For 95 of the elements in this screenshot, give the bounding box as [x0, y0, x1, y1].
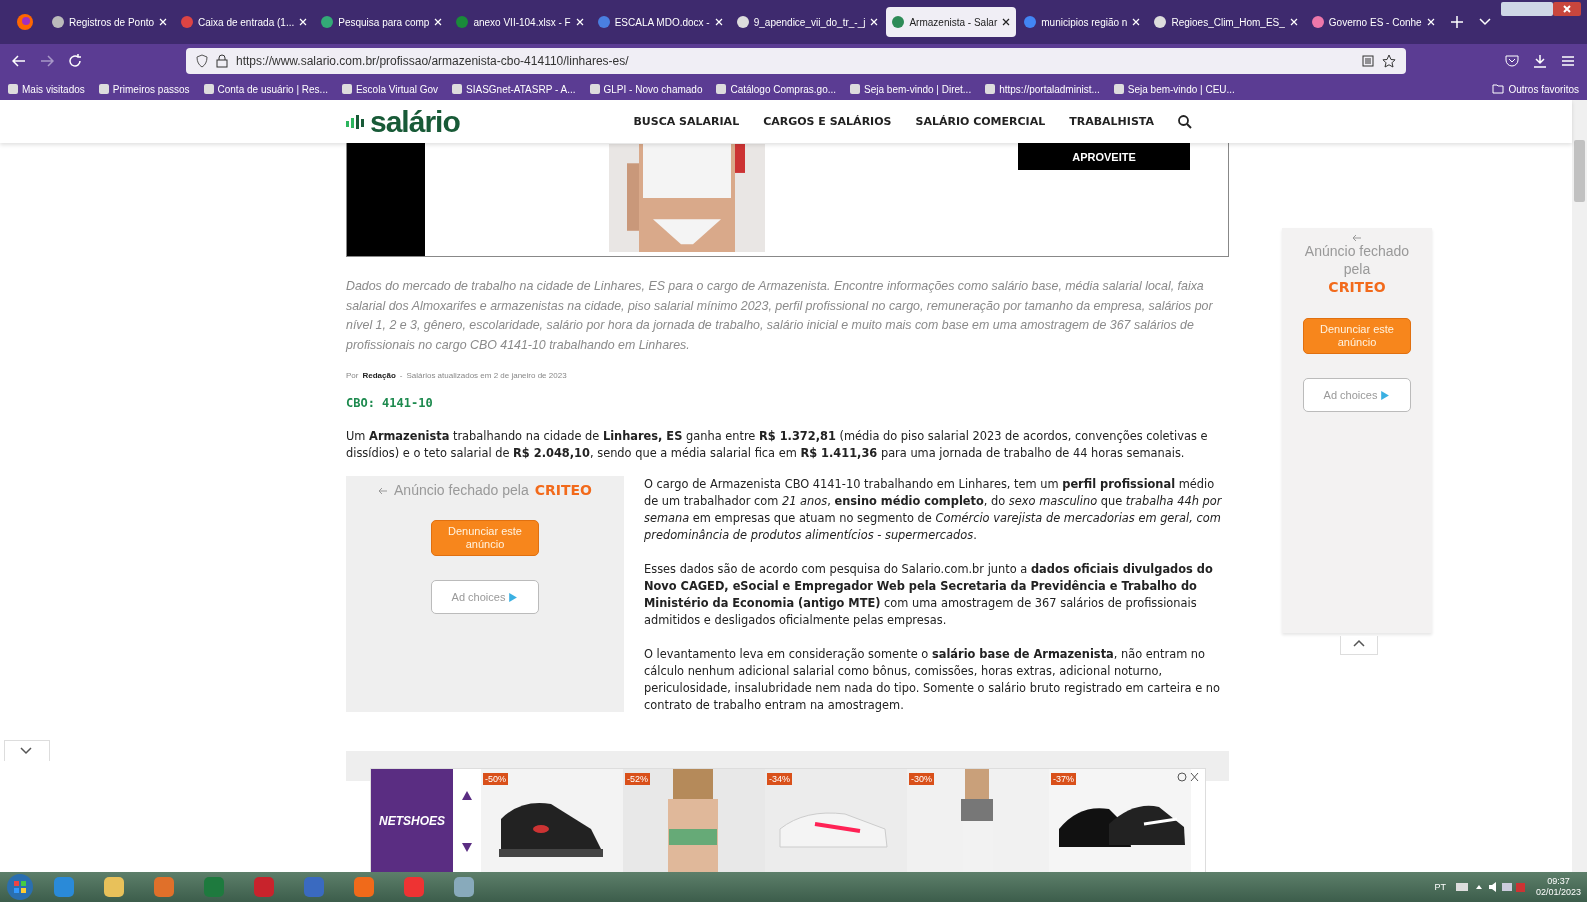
browser-tab[interactable]: Armazenista - Salar [886, 7, 1017, 37]
bookmark-link[interactable]: SIASGnet-ATASRP - A... [452, 83, 576, 95]
forward-icon[interactable] [40, 55, 54, 67]
tab-title: Pesquisa para comp [338, 16, 430, 28]
ad-cta-button[interactable]: APROVEITE [1018, 143, 1190, 170]
tab-title: Registros de Ponto [69, 16, 155, 28]
bookmark-link[interactable]: Escola Virtual Gov [341, 83, 439, 95]
nav-link[interactable]: TRABALHISTA [1069, 115, 1154, 128]
pocket-icon[interactable] [1505, 55, 1519, 67]
tab-favicon-icon [52, 16, 64, 28]
browser-logo-icon[interactable] [16, 13, 34, 31]
nav-link[interactable]: CARGOS E SALÁRIOS [763, 115, 892, 128]
tab-title: Armazenista - Salar [909, 16, 998, 28]
tray-icons-drawing[interactable] [1455, 881, 1526, 893]
scrollbar[interactable] [1572, 100, 1587, 872]
bookmark-link[interactable]: https://portaladminist... [985, 83, 1100, 95]
store-logo: NETSHOES [371, 769, 453, 872]
criteo-logo: CRITEO [534, 482, 592, 499]
back-arrow-icon[interactable] [1352, 234, 1362, 242]
chevron-down-icon[interactable] [1478, 18, 1491, 26]
reload-icon[interactable] [68, 54, 82, 68]
nav-link[interactable]: SALÁRIO COMERCIAL [915, 115, 1046, 128]
bookmark-folder[interactable]: Outros favoritos [1492, 83, 1579, 95]
ad-banner[interactable]: APROVEITE [346, 143, 1229, 257]
tab-favicon-icon [1154, 16, 1167, 28]
bookmark-link[interactable]: GLPI - Novo chamado [589, 83, 703, 95]
tab-title: Regioes_Clim_Hom_ES_ [1171, 16, 1285, 28]
menu-icon[interactable] [1561, 55, 1575, 67]
tab-favicon-icon [456, 16, 469, 28]
back-icon[interactable] [12, 55, 26, 67]
bookmark-link[interactable]: Seja bem-vindo | CEU... [1113, 83, 1235, 95]
tab-favicon-icon [892, 16, 905, 28]
browser-tab[interactable]: ESCALA MDO.docx - [591, 7, 729, 37]
browser-tab[interactable]: Regioes_Clim_Hom_ES_ [1148, 7, 1304, 37]
discount-badge: -30% [909, 773, 934, 785]
tab-title: 9_apendice_vii_do_tr_-_j [753, 16, 866, 28]
nav-link[interactable]: BUSCA SALARIAL [633, 115, 740, 128]
window-controls-icon[interactable] [1501, 2, 1581, 18]
tab-title: municipios região n [1041, 16, 1128, 28]
down-arrow-icon[interactable] [462, 842, 472, 852]
tab-title: Caixa de entrada (1... [198, 16, 295, 28]
body-paragraph: Esses dados são de acordo com pesquisa do Salario.com.br junto a dados oficiais divulgados do Novo CAGED, eSocial e Empregador Web pela Secretaria da Previdência e Trabalho do Ministério da Economia (antigo MTE) com uma amostragem de 367 salários de profissionais admitidos e desligados oficialmente pelas empresas. [644, 561, 1214, 630]
discount-badge: -37% [1051, 773, 1076, 785]
reader-view-icon[interactable] [1362, 55, 1374, 67]
tab-title: ESCALA MDO.docx - [614, 16, 710, 28]
search-icon[interactable] [1178, 114, 1192, 129]
close-icon[interactable] [1002, 18, 1011, 26]
lock-icon [216, 54, 228, 68]
browser-tab[interactable]: municipios região n [1018, 7, 1147, 37]
browser-tab[interactable]: 9_apendice_vii_do_tr_-_j [730, 7, 885, 37]
cbo-code: CBO: 4141-10 [346, 396, 434, 411]
intro-paragraph: Dados do mercado de trabalho na cidade de Linhares, ES para o cargo de Armazenista. Encontre informações como salário base, média salarial local, faixa salarial dos Almoxarifes e armazenistas na cidade, piso salarial mínimo 2023, perfil profissional no cargo, remuneração por tamanho da empresa, salários por nível 1, 2 e 3, gênero, escolaridade, salário por hora da jornada de trabalho, salário inicial e muito mais com base em uma amostragem de 367 salários de profissionais no cargo CBO 4141-10 trabalhando em Linhares. [346, 278, 1214, 354]
byline: Por Redação - Salários atualizados em 2 de janeiro de 2023 [346, 371, 568, 381]
tab-favicon-icon [597, 16, 610, 28]
ad-closed-text: Anúncio fechado pela [394, 482, 529, 499]
tab-favicon-icon [736, 16, 749, 28]
star-icon[interactable] [1382, 54, 1396, 68]
tab-favicon-icon [321, 16, 334, 28]
body-paragraph: O levantamento leva em consideração somente o salário base de Armazenista, não entram no cálculo nenhum adicional salarial como bônus, comissões, horas extras, adicional noturno, periculosidade, insalubridade nem nada do tipo. Somente o salário bruto registrado em carteira e no contrato de trabalho entram na amostragem. [644, 646, 1221, 715]
bookmark-link[interactable]: Seja bem-vindo | Diret... [850, 83, 972, 95]
bookmark-link[interactable]: Mais visitados [8, 83, 85, 95]
clock[interactable]: 09:37 02/01/2023 [1535, 876, 1581, 898]
address-bar[interactable]: https://www.salario.com.br/profissao/armazenista-cbo-414110/linhares-es/ [186, 48, 1406, 74]
salary-summary: Um Armazenista trabalhando na cidade de Linhares, ES ganha entre R$ 1.372,81 (média do piso salarial 2023 de acordos, convenções coletivas e dissídios) e o teto salarial de R$ 2.048,10, sendo que a média salarial fica em R$ 1.411,36 para uma jornada de trabalho de 44 horas semanais. [346, 428, 1209, 463]
play-icon [507, 591, 519, 603]
browser-tab[interactable]: Pesquisa para comp [315, 7, 449, 37]
product-ad-bar[interactable]: NETSHOES -50% -52% -34% -30% -37% [370, 768, 1206, 872]
discount-badge: -52% [625, 773, 650, 785]
play-icon [1379, 389, 1391, 401]
browser-tab[interactable]: Governo ES - Conhe [1305, 7, 1441, 37]
start-icon[interactable] [6, 873, 34, 901]
discount-badge: -50% [483, 773, 508, 785]
tab-favicon-icon [1024, 16, 1037, 28]
bookmark-link[interactable]: Primeiros passos [98, 83, 190, 95]
site-logo[interactable]: salário [346, 104, 460, 139]
tab-title: anexo VII-104.xlsx - F [473, 16, 571, 28]
browser-tab[interactable]: anexo VII-104.xlsx - F [450, 7, 590, 37]
up-arrow-icon[interactable] [462, 790, 472, 800]
download-icon[interactable] [1533, 54, 1547, 68]
bookmark-link[interactable]: Conta de usuário | Res... [203, 83, 328, 95]
ad-closed-text: Anúncio fechado pela [1303, 242, 1411, 278]
body-paragraph: O cargo de Armazenista CBO 4141-10 trabalhando em Linhares, tem um perfil profissional médio de um trabalhador com 21 anos, ensino médio completo, do sexo masculino que trabalha 44h por semana em empresas que atuam no segmento de Comércio varejista de mercadorias em geral, com predominância de produtos alimentícios - supermercados. [644, 476, 1223, 545]
tab-favicon-icon [181, 16, 194, 28]
discount-badge: -34% [767, 773, 792, 785]
tab-title: Governo ES - Conhe [1328, 16, 1422, 28]
criteo-logo: CRITEO [1328, 278, 1386, 296]
close-icon[interactable] [1177, 772, 1199, 782]
tab-favicon-icon [1311, 16, 1324, 28]
browser-tab[interactable]: Caixa de entrada (1... [175, 7, 314, 37]
bookmark-link[interactable]: Catálogo Compras.go... [716, 83, 837, 95]
shield-icon [196, 54, 208, 68]
folder-icon [1492, 84, 1505, 94]
new-tab-icon[interactable] [1450, 16, 1463, 28]
language-indicator[interactable]: PT [1434, 882, 1446, 892]
browser-tab[interactable]: Registros de Ponto [46, 7, 174, 37]
